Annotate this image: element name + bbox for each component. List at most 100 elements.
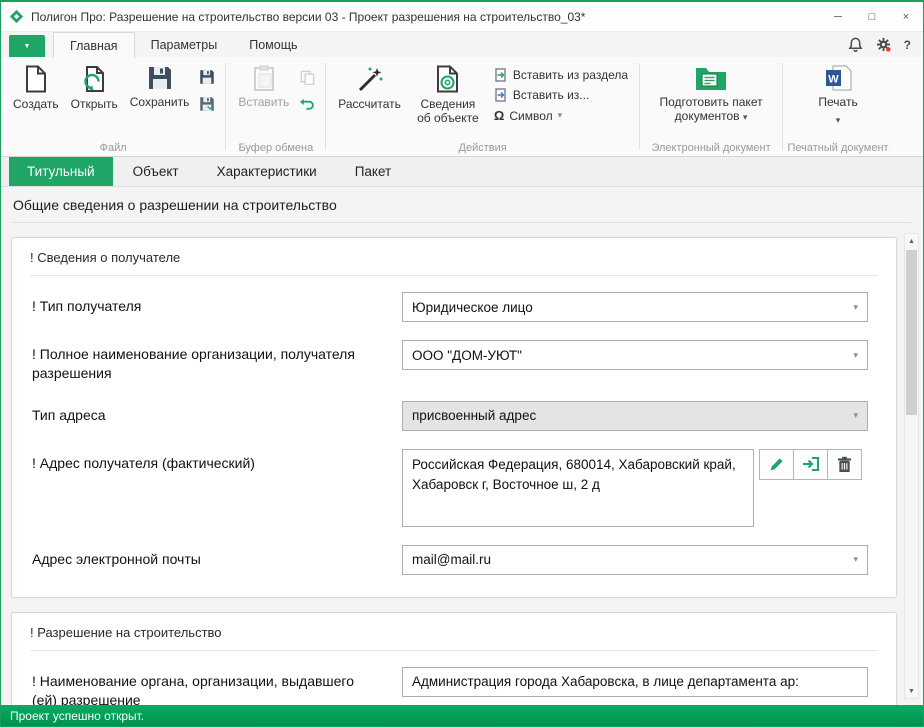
address-type-row: Тип адреса присвоенный адрес ▾ xyxy=(30,401,878,431)
ribbon: Создать Открыть xyxy=(1,57,923,157)
scroll-down-icon: ▼ xyxy=(908,688,915,695)
chevron-down-icon: ▾ xyxy=(743,112,748,122)
authority-label: ! Наименование органа, организации, выда… xyxy=(30,667,402,705)
ribbon-divider xyxy=(225,63,226,150)
save-extra-buttons xyxy=(196,60,218,114)
create-button[interactable]: Создать xyxy=(8,60,64,112)
save-all-button[interactable] xyxy=(196,94,218,114)
scroll-up-button[interactable]: ▲ xyxy=(905,234,918,248)
transfer-address-button[interactable] xyxy=(793,449,828,480)
save-as-icon xyxy=(199,69,215,85)
chevron-down-icon: ▾ xyxy=(558,110,563,121)
help-icon[interactable]: ? xyxy=(904,38,911,52)
ribbon-tab-parameters[interactable]: Параметры xyxy=(135,32,234,57)
recipient-groupbox: ! Сведения о получателе ! Тип получателя… xyxy=(11,237,897,598)
authority-row: ! Наименование органа, организации, выда… xyxy=(30,667,878,705)
minimize-button[interactable]: ─ xyxy=(821,2,855,31)
trash-icon xyxy=(837,456,852,473)
clipboard-extra-buttons xyxy=(296,60,318,114)
omega-icon: Ω xyxy=(494,108,504,123)
close-button[interactable]: × xyxy=(889,2,923,31)
tab-title-page[interactable]: Титульный xyxy=(9,157,113,186)
word-document-icon: W xyxy=(825,65,852,91)
group-label-clipboard: Буфер обмена xyxy=(228,142,323,154)
object-info-icon xyxy=(435,65,461,93)
delete-address-button[interactable] xyxy=(827,449,862,480)
chevron-down-icon: ▾ xyxy=(853,302,858,313)
save-button[interactable]: Сохранить xyxy=(125,60,195,110)
permit-group-title: ! Разрешение на строительство xyxy=(30,625,878,651)
scroll-down-button[interactable]: ▼ xyxy=(905,684,918,698)
maximize-button[interactable]: □ xyxy=(855,2,889,31)
ribbon-divider xyxy=(325,63,326,150)
insert-from-icon xyxy=(494,88,508,102)
chevron-down-icon: ▾ xyxy=(836,115,841,125)
window-controls: ─ □ × xyxy=(821,2,923,31)
bell-icon[interactable] xyxy=(848,37,863,52)
recipient-address-row: ! Адрес получателя (фактический) Российс… xyxy=(30,449,878,527)
recipient-type-select[interactable]: Юридическое лицо ▾ xyxy=(402,292,868,322)
window-title: Полигон Про: Разрешение на строительство… xyxy=(31,10,814,24)
copy-button[interactable] xyxy=(296,67,318,87)
edit-address-button[interactable] xyxy=(759,449,794,480)
calculate-button[interactable]: Рассчитать xyxy=(333,60,406,112)
dropdown-arrow-icon: ▼ xyxy=(24,43,31,50)
paste-button[interactable]: Вставить xyxy=(233,60,294,110)
scrollbar-thumb[interactable] xyxy=(906,250,917,415)
email-label: Адрес электронной почты xyxy=(30,545,402,575)
page-title: Общие сведения о разрешении на строитель… xyxy=(13,197,911,223)
ribbon-tab-help[interactable]: Помощь xyxy=(233,32,313,57)
ribbon-group-edoc: Подготовить пакет документов ▾ Электронн… xyxy=(642,57,780,156)
scrollbar-track[interactable] xyxy=(905,248,918,684)
file-menu-button[interactable]: ▼ xyxy=(9,35,45,57)
undo-icon xyxy=(299,98,315,111)
ribbon-divider xyxy=(782,63,783,150)
actions-menu-column: Вставить из раздела Вставить из... Ω Сим… xyxy=(490,60,632,123)
address-type-select[interactable]: присвоенный адрес ▾ xyxy=(402,401,868,431)
app-window: Полигон Про: Разрешение на строительство… xyxy=(0,0,924,727)
open-button[interactable]: Открыть xyxy=(66,60,123,112)
organization-name-row: ! Полное наименование организации, получ… xyxy=(30,340,878,383)
status-bar: Проект успешно открыт. xyxy=(1,705,923,726)
status-text: Проект успешно открыт. xyxy=(10,709,144,723)
permit-groupbox: ! Разрешение на строительство ! Наименов… xyxy=(11,612,897,705)
ribbon-group-file: Создать Открыть xyxy=(3,57,223,156)
print-button[interactable]: W Печать ▾ xyxy=(790,60,886,125)
content-area: Общие сведения о разрешении на строитель… xyxy=(1,187,923,705)
scroll-up-icon: ▲ xyxy=(908,238,915,245)
tab-package[interactable]: Пакет xyxy=(337,157,410,186)
organization-name-select[interactable]: ООО "ДОМ-УЮТ" ▾ xyxy=(402,340,868,370)
save-as-button[interactable] xyxy=(196,67,218,87)
app-logo-icon xyxy=(9,9,24,24)
recipient-type-label: ! Тип получателя xyxy=(30,292,402,322)
save-all-icon xyxy=(199,96,215,112)
package-folder-icon xyxy=(695,65,727,91)
recipient-address-textarea[interactable]: Российская Федерация, 680014, Хабаровски… xyxy=(402,449,754,527)
authority-input[interactable]: Администрация города Хабаровска, в лице … xyxy=(402,667,868,697)
tab-characteristics[interactable]: Характеристики xyxy=(199,157,335,186)
ribbon-group-print: W Печать ▾ Печатный документ xyxy=(785,57,891,156)
ribbon-tab-row: ▼ Главная Параметры Помощь ? xyxy=(1,32,923,57)
chevron-down-icon: ▾ xyxy=(853,410,858,421)
prepare-package-button[interactable]: Подготовить пакет документов ▾ xyxy=(647,60,775,124)
object-info-button[interactable]: Сведения об объекте xyxy=(408,60,488,126)
chevron-down-icon: ▾ xyxy=(853,350,858,361)
copy-icon xyxy=(300,70,315,85)
ribbon-group-clipboard: Вставить xyxy=(228,57,323,156)
email-select[interactable]: mail@mail.ru ▾ xyxy=(402,545,868,575)
undo-button[interactable] xyxy=(296,94,318,114)
ribbon-tab-home[interactable]: Главная xyxy=(53,32,135,58)
tab-object[interactable]: Объект xyxy=(115,157,197,186)
recipient-group-title: ! Сведения о получателе xyxy=(30,250,878,276)
insert-from-section-button[interactable]: Вставить из раздела xyxy=(494,68,628,82)
pencil-icon xyxy=(768,456,785,473)
save-icon xyxy=(147,65,173,91)
gear-icon[interactable] xyxy=(876,37,891,52)
insert-from-button[interactable]: Вставить из... xyxy=(494,88,628,102)
paste-icon xyxy=(253,65,275,91)
svg-text:W: W xyxy=(828,74,839,86)
vertical-scrollbar[interactable]: ▲ ▼ xyxy=(904,233,919,699)
symbol-button[interactable]: Ω Символ ▾ xyxy=(494,108,628,123)
ribbon-group-actions: Рассчитать Сведения об объекте xyxy=(328,57,637,156)
address-toolbar xyxy=(760,449,862,480)
